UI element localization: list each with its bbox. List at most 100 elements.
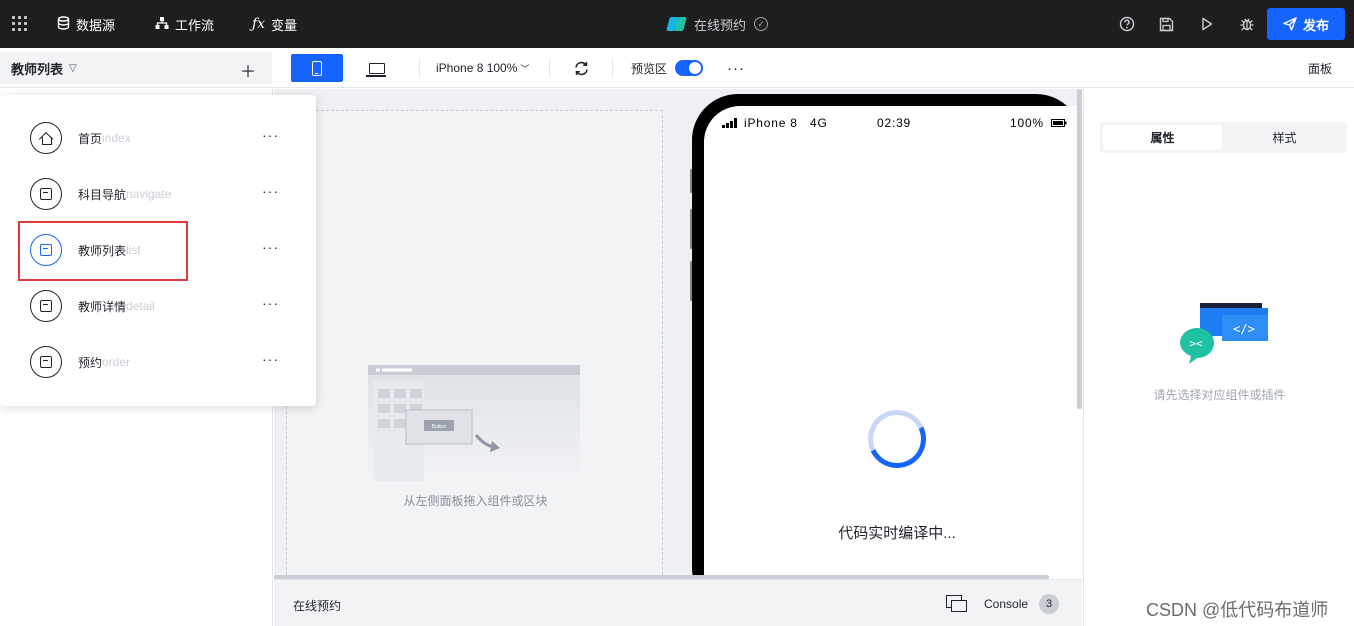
page-item-navigate[interactable]: 科目导航 navigate ··· — [30, 177, 290, 211]
panel-tabs: 属性 样式 — [1100, 122, 1347, 153]
battery-icon — [1051, 119, 1067, 127]
bottom-bar: 在线预约 Console 3 — [274, 579, 1082, 626]
page-icon-wrap — [30, 234, 62, 266]
page-icon-wrap — [30, 122, 62, 154]
page-selector[interactable]: 教师列表 ▽ ＋ — [0, 52, 272, 84]
page-slug: order — [102, 355, 131, 369]
tab-styles[interactable]: 样式 — [1225, 125, 1344, 150]
nav-workflow[interactable]: 工作流 — [155, 0, 214, 48]
publish-button[interactable]: 发布 — [1267, 8, 1345, 40]
loading-spinner — [859, 401, 935, 477]
layers-icon[interactable] — [946, 595, 967, 612]
loading-text: 代码实时编译中... — [838, 525, 956, 542]
editor-toolbar: 教师列表 ▽ ＋ iPhone 8 100% ﹀ 预览区 ··· 面板 — [0, 48, 1354, 88]
device-zoom-label: iPhone 8 100% — [436, 61, 518, 75]
page-slug: detail — [126, 299, 155, 313]
page-list-popover: 首页 index ··· 科目导航 navigate ··· 教师列表 list… — [0, 95, 316, 406]
debug-icon[interactable] — [1239, 0, 1255, 48]
nav-label: 工作流 — [175, 17, 215, 33]
carrier-text: iPhone 8 — [744, 116, 798, 130]
nav-datasource[interactable]: 数据源 — [57, 0, 115, 48]
page-item-index[interactable]: 首页 index ··· — [30, 121, 290, 155]
top-bar: 数据源 工作流 ƒx 变量 在线预约 ✓ 发布 — [0, 0, 1354, 48]
play-icon[interactable] — [1201, 0, 1213, 48]
workflow-icon — [155, 16, 169, 33]
app-title: 在线预约 ✓ — [668, 0, 769, 48]
more-icon[interactable]: ··· — [262, 239, 279, 255]
nav-label: 变量 — [271, 17, 298, 33]
divider — [612, 58, 613, 78]
page-item-order[interactable]: 预约 order ··· — [30, 345, 290, 379]
page-icon-wrap — [30, 290, 62, 322]
help-icon[interactable] — [1119, 0, 1135, 48]
watermark: CSDN @低代码布道师 — [1146, 600, 1329, 620]
chevron-down-icon: ▽ — [69, 62, 77, 74]
database-icon — [57, 15, 70, 33]
page-icon — [40, 244, 52, 256]
svg-text:</>: </> — [1233, 322, 1255, 336]
page-name: 教师详情 — [78, 299, 127, 314]
properties-panel: 属性 样式 </> >< 请先选择对应组件或插件 — [1083, 89, 1354, 626]
add-page-icon[interactable]: ＋ — [240, 58, 256, 82]
console-button[interactable]: Console — [984, 597, 1028, 611]
illustration-button-text: Button — [432, 424, 447, 430]
function-icon: ƒx — [252, 16, 266, 32]
send-icon — [1283, 17, 1297, 31]
mobile-icon — [312, 60, 322, 76]
laptop-icon — [366, 62, 386, 77]
page-item-list[interactable]: 教师列表 list ··· — [30, 233, 290, 267]
nav-variable[interactable]: ƒx 变量 — [252, 0, 297, 48]
page-slug: index — [102, 131, 131, 145]
check-circle-icon: ✓ — [754, 17, 769, 31]
panel-label: 面板 — [1308, 61, 1333, 76]
panel-button[interactable]: 面板 — [1308, 48, 1332, 88]
page-item-detail[interactable]: 教师详情 detail ··· — [30, 289, 290, 323]
battery-text: 100% — [1010, 116, 1044, 130]
preview-label: 预览区 — [631, 61, 668, 76]
nav-label: 数据源 — [76, 17, 116, 33]
chevron-down-icon: ﹀ — [520, 63, 530, 74]
svg-text:><: >< — [1189, 337, 1203, 350]
more-icon[interactable]: ··· — [727, 48, 745, 88]
network-text: 4G — [810, 116, 828, 130]
vertical-scrollbar[interactable] — [1077, 89, 1082, 409]
refresh-icon[interactable] — [573, 48, 590, 88]
design-canvas[interactable]: Button 从左侧面板拖入组件或区块 iPhone 8 4G 02:39 10… — [274, 89, 1082, 579]
divider — [419, 58, 420, 78]
phone-status-bar: iPhone 8 4G 02:39 100% — [704, 106, 1082, 140]
app-title-text: 在线预约 — [694, 17, 747, 33]
more-icon[interactable]: ··· — [262, 127, 279, 143]
empty-state-illustration: </> >< — [1180, 303, 1268, 364]
mobile-view-button[interactable] — [291, 54, 343, 82]
device-zoom-select[interactable]: iPhone 8 100% ﹀ — [436, 48, 529, 88]
publish-label: 发布 — [1302, 17, 1329, 33]
preview-toggle[interactable]: 预览区 — [631, 48, 704, 88]
page-slug: navigate — [126, 187, 172, 201]
phone-screen: iPhone 8 4G 02:39 100% 代码实时编译中... — [704, 106, 1082, 579]
page-icon-wrap — [30, 346, 62, 378]
drop-zone[interactable]: Button 从左侧面板拖入组件或区块 — [286, 110, 663, 579]
app-grid-icon[interactable] — [12, 16, 28, 32]
more-icon[interactable]: ··· — [262, 183, 279, 199]
drop-hint-text: 从左侧面板拖入组件或区块 — [403, 494, 548, 508]
page-icon-wrap — [30, 178, 62, 210]
desktop-view-button[interactable] — [351, 54, 403, 82]
more-icon[interactable]: ··· — [262, 351, 279, 367]
current-page-label: 教师列表 — [11, 61, 64, 77]
page-name: 预约 — [78, 355, 103, 370]
page-name: 科目导航 — [78, 187, 127, 202]
more-icon[interactable]: ··· — [262, 295, 279, 311]
divider — [549, 58, 550, 78]
app-logo-icon — [668, 15, 686, 33]
home-icon — [40, 132, 52, 145]
preview-switch[interactable] — [675, 60, 704, 76]
page-name: 教师列表 — [78, 243, 127, 258]
page-icon — [40, 356, 52, 368]
tab-properties[interactable]: 属性 — [1103, 125, 1222, 150]
save-icon[interactable] — [1159, 0, 1174, 48]
empty-state-text: 请先选择对应组件或插件 — [1153, 388, 1286, 402]
drag-illustration: Button — [368, 365, 580, 485]
breadcrumb[interactable]: 在线预约 — [293, 597, 341, 614]
time-text: 02:39 — [877, 116, 912, 130]
page-name: 首页 — [78, 131, 103, 146]
